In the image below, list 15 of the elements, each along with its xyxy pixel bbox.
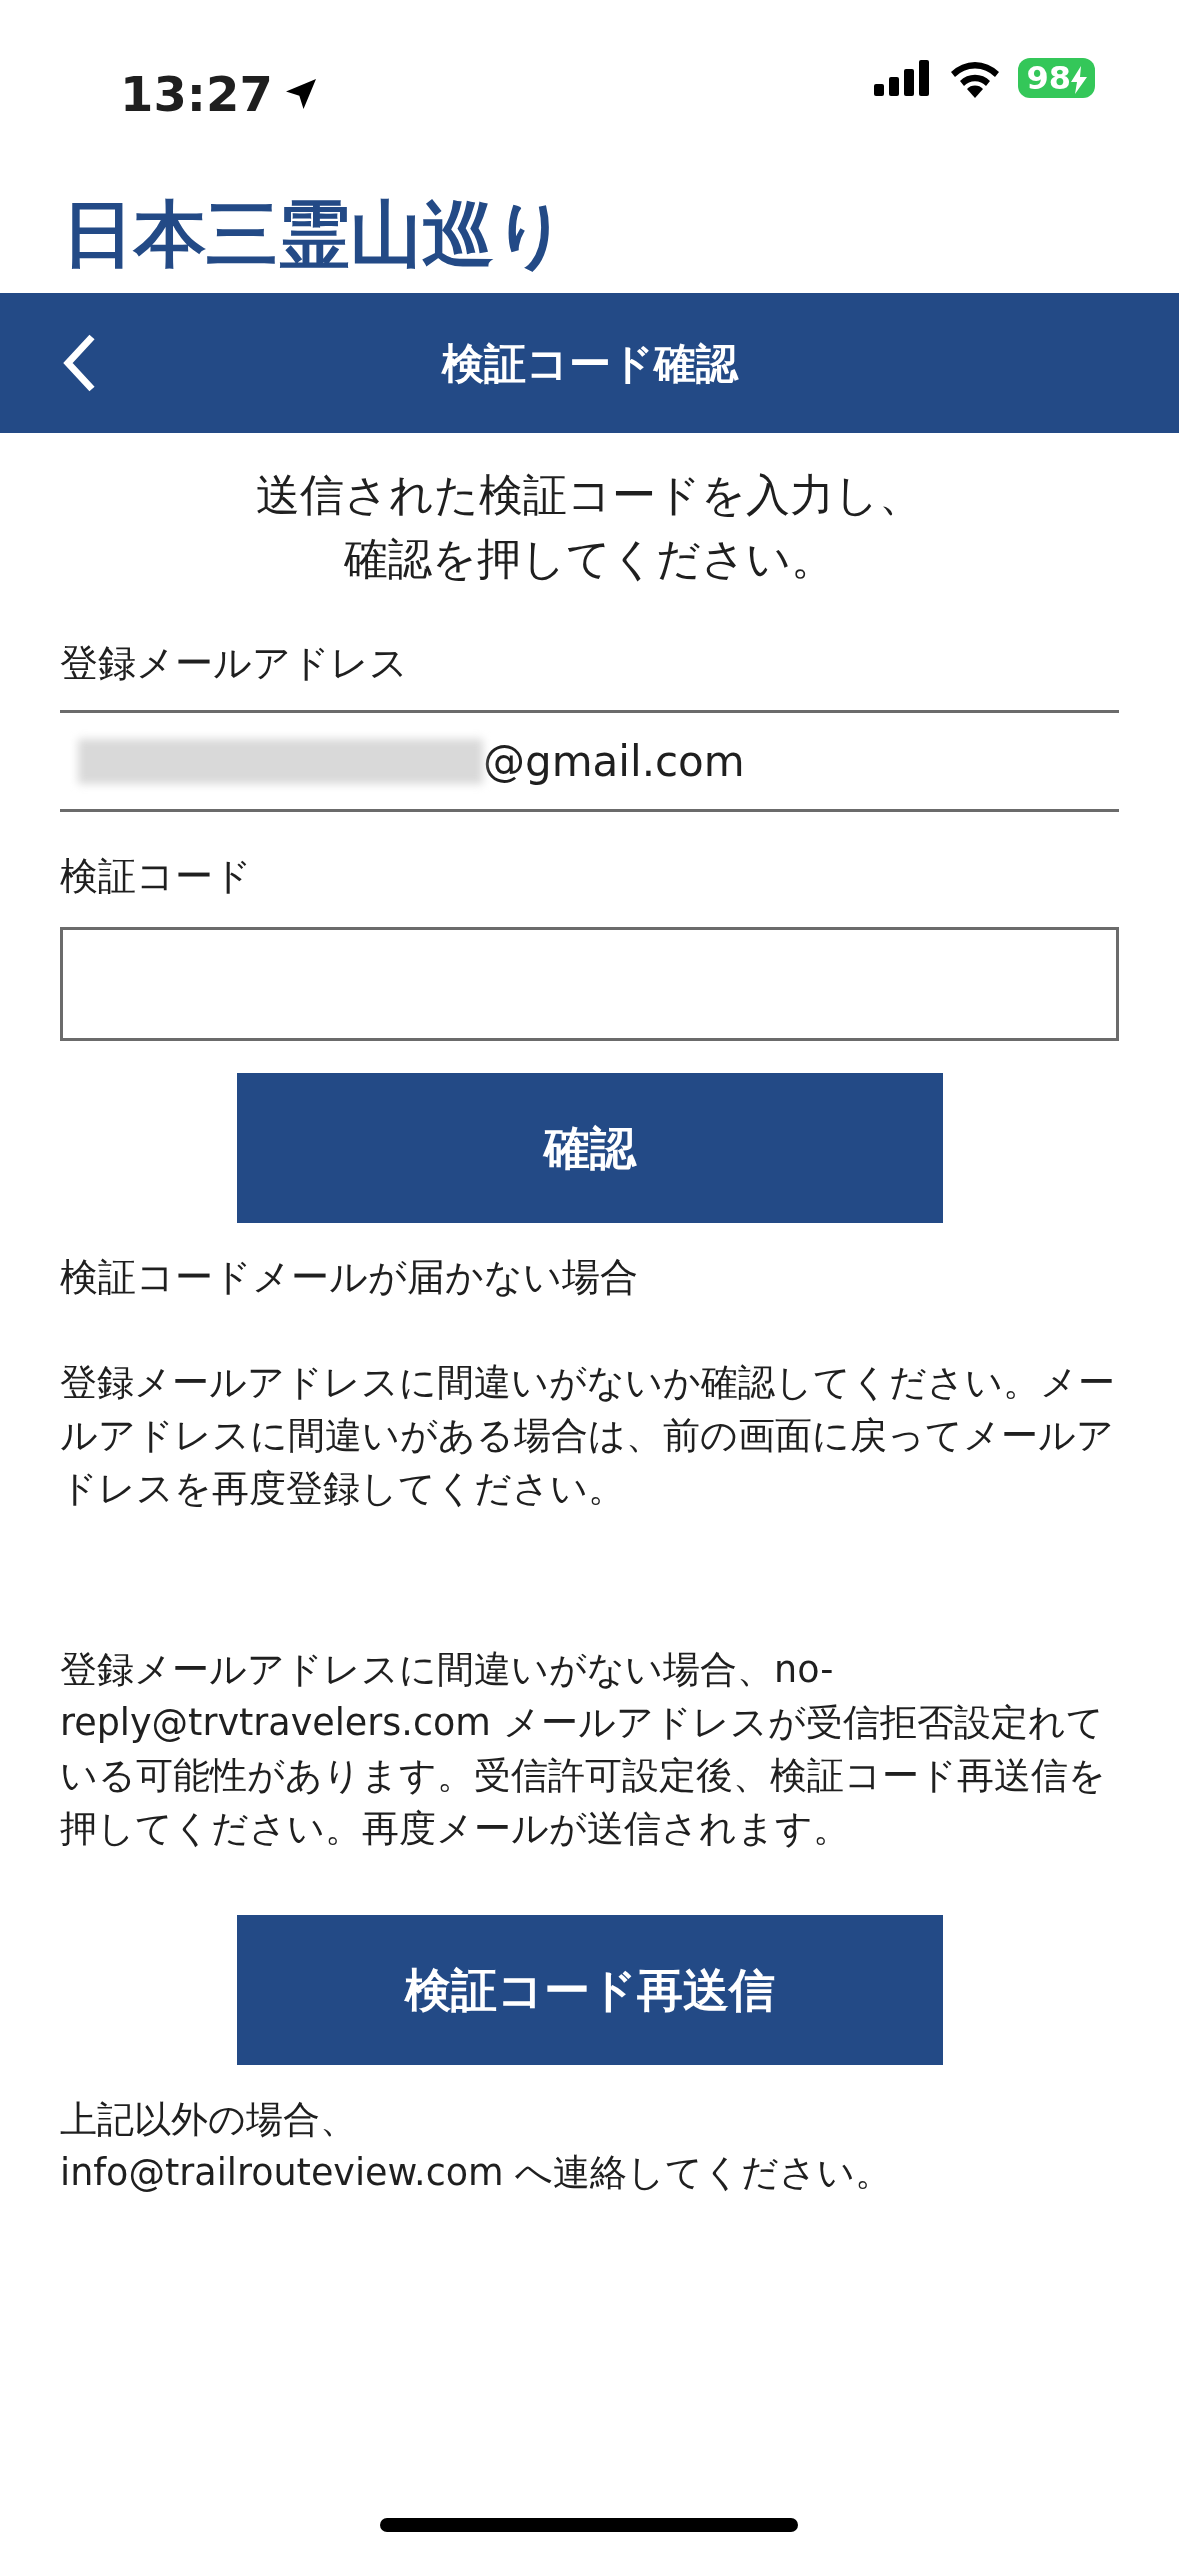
footer-text: 上記以外の場合、 info@trailrouteview.com へ連絡してください。 [60, 2097, 894, 2196]
help-text: 登録メールアドレスに間違いがないか確認してください。メールアドレスに間違いがある場合は、前の画面に戻ってメールアドレスを再度登録してください。 [60, 1360, 1116, 1512]
instruction-text: 送信された検証コードを入力し、 確認を押してください。 [255, 468, 924, 586]
email-text: @gmail.com [483, 735, 745, 788]
status-time: 13:27 [120, 65, 273, 124]
resend-button[interactable]: 検証コード再送信 [236, 1915, 943, 2065]
app-title: 日本三霊山巡り [61, 191, 569, 278]
help-heading: 検証コードメールが届かない場合 [60, 1254, 639, 1301]
nav-title: 検証コード確認 [441, 337, 738, 390]
code-input-field[interactable] [60, 927, 1119, 1041]
confirm-button[interactable]: 確認 [236, 1073, 943, 1223]
help-text: 登録メールアドレスに間違いがない場合、no-reply@trvtravelers.com メールアドレスが受信拒否設定れている可能性があります。受信許可設定後、検証コード再送信を押してください。再度メールが送信されます。 [60, 1647, 1107, 1852]
battery-level: 98 [1026, 58, 1071, 98]
field-label: 登録メールアドレス [60, 640, 409, 687]
field-label: 検証コード [60, 853, 253, 900]
